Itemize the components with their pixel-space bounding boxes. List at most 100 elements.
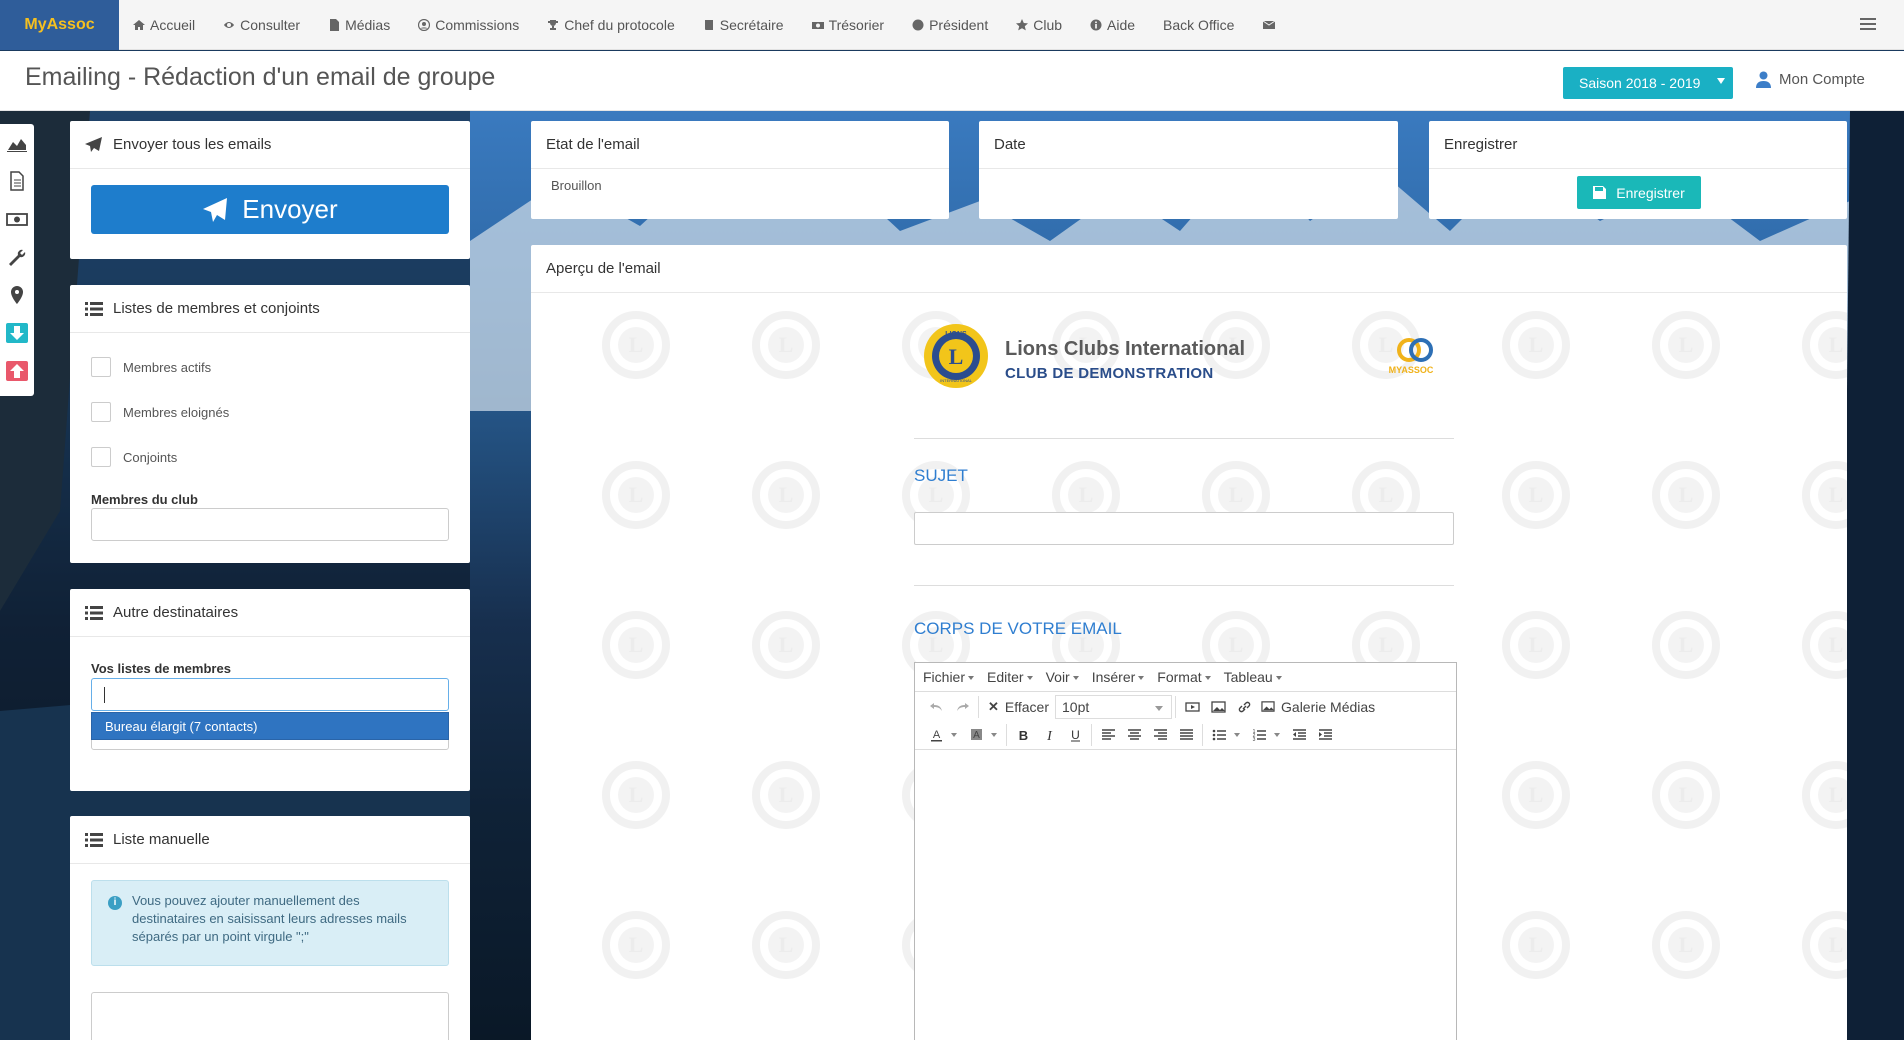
money-icon bbox=[6, 213, 28, 226]
info-alert: i Vous pouvez ajouter manuellement des d… bbox=[91, 880, 449, 966]
save-panel: Enregistrer Enregistrer bbox=[1429, 121, 1847, 219]
menu-fichier[interactable]: Fichier bbox=[923, 669, 975, 685]
menu-voir[interactable]: Voir bbox=[1046, 669, 1079, 685]
divider bbox=[914, 438, 1454, 439]
nav-medias[interactable]: Médias bbox=[314, 0, 404, 50]
nav-messages[interactable] bbox=[1248, 0, 1290, 50]
checkbox-membres-eloignes[interactable]: Membres eloignés bbox=[91, 402, 229, 422]
bold-button[interactable]: B bbox=[1010, 723, 1036, 747]
text-color-button[interactable]: A bbox=[923, 723, 949, 747]
nav-consulter[interactable]: Consulter bbox=[209, 0, 314, 50]
numbered-list-button[interactable]: 123 bbox=[1246, 723, 1272, 747]
area-chart-icon bbox=[7, 139, 27, 152]
club-members-input[interactable] bbox=[91, 508, 449, 541]
panel-header: Liste manuelle bbox=[70, 816, 470, 864]
page-header: Emailing - Rédaction d'un email de group… bbox=[0, 51, 1904, 111]
download-button[interactable] bbox=[0, 314, 34, 352]
close-icon: ✕ bbox=[988, 698, 999, 714]
bullet-list-button[interactable] bbox=[1206, 723, 1232, 747]
nav-label: Commissions bbox=[435, 16, 520, 33]
brand-logo[interactable]: MyAssoc bbox=[0, 0, 119, 50]
italic-button[interactable]: I bbox=[1036, 723, 1062, 747]
nav-label: Président bbox=[929, 16, 989, 33]
chevron-down-icon[interactable] bbox=[1274, 733, 1280, 737]
clear-format-button[interactable]: ✕ Effacer bbox=[982, 699, 1055, 715]
chevron-down-icon[interactable] bbox=[1234, 733, 1240, 737]
chevron-down-icon[interactable] bbox=[991, 733, 997, 737]
info-text: Vous pouvez ajouter manuellement des des… bbox=[132, 893, 407, 944]
dropdown-option-bureau[interactable]: Bureau élargit (7 contacts) bbox=[91, 712, 449, 740]
nav-chef-protocole[interactable]: Chef du protocole bbox=[533, 0, 689, 50]
outdent-button[interactable] bbox=[1286, 723, 1312, 747]
panel-header: Etat de l'email bbox=[531, 121, 949, 169]
nav-back-office[interactable]: Back Office bbox=[1149, 0, 1248, 50]
location-button[interactable] bbox=[0, 276, 34, 314]
wrench-icon bbox=[9, 249, 26, 266]
documents-button[interactable] bbox=[0, 162, 34, 200]
nav-tresorier[interactable]: Trésorier bbox=[798, 0, 899, 50]
account-menu[interactable]: Mon Compte bbox=[1756, 71, 1865, 88]
stats-button[interactable] bbox=[0, 124, 34, 162]
season-select[interactable]: Saison 2018 - 2019 bbox=[1563, 67, 1733, 99]
panel-header: Listes de membres et conjoints bbox=[70, 285, 470, 333]
nav-label: Consulter bbox=[240, 16, 301, 33]
nav-club[interactable]: Club bbox=[1002, 0, 1076, 50]
nav-accueil[interactable]: Accueil bbox=[119, 0, 209, 50]
money-icon bbox=[811, 21, 824, 29]
email-template: L LIONS INTERNATIONAL Lions Clubs Intern… bbox=[911, 295, 1467, 1040]
member-lists-input[interactable] bbox=[91, 678, 449, 711]
svg-text:L: L bbox=[949, 344, 964, 369]
checkbox[interactable] bbox=[91, 357, 111, 377]
align-center-button[interactable] bbox=[1121, 723, 1147, 747]
save-button[interactable]: Enregistrer bbox=[1577, 176, 1701, 209]
insert-image-button[interactable] bbox=[1205, 695, 1231, 719]
separator bbox=[1202, 724, 1203, 746]
checkbox-membres-actifs[interactable]: Membres actifs bbox=[91, 357, 211, 377]
insert-link-button[interactable] bbox=[1231, 695, 1257, 719]
menu-editer[interactable]: Editer bbox=[987, 669, 1033, 685]
menu-format[interactable]: Format bbox=[1157, 669, 1211, 685]
nav-label: Accueil bbox=[150, 16, 196, 33]
background-color-button[interactable]: A bbox=[963, 723, 989, 747]
align-right-button[interactable] bbox=[1147, 723, 1173, 747]
media-gallery-button[interactable]: Galerie Médias bbox=[1257, 699, 1379, 715]
undo-button[interactable] bbox=[923, 695, 949, 719]
insert-media-button[interactable] bbox=[1179, 695, 1205, 719]
align-justify-button[interactable] bbox=[1173, 723, 1199, 747]
checkbox[interactable] bbox=[91, 447, 111, 467]
list-icon[interactable] bbox=[1860, 17, 1876, 31]
nav-secretaire[interactable]: Secrétaire bbox=[689, 0, 798, 50]
indent-icon bbox=[1318, 729, 1332, 740]
editor-content-area[interactable] bbox=[915, 750, 1456, 1040]
chevron-down-icon bbox=[1204, 676, 1211, 680]
svg-text:LIONS: LIONS bbox=[945, 331, 967, 338]
upload-button[interactable] bbox=[0, 352, 34, 390]
manual-list-panel: Liste manuelle i Vous pouvez ajouter man… bbox=[70, 816, 470, 1040]
underline-button[interactable]: U bbox=[1062, 723, 1088, 747]
indent-button[interactable] bbox=[1312, 723, 1338, 747]
manual-emails-textarea[interactable] bbox=[91, 992, 449, 1040]
subject-heading: SUJET bbox=[914, 466, 968, 485]
menu-inserer[interactable]: Insérer bbox=[1092, 669, 1145, 685]
checkbox-conjoints[interactable]: Conjoints bbox=[91, 447, 177, 467]
subject-input[interactable] bbox=[914, 512, 1454, 545]
checkbox[interactable] bbox=[91, 402, 111, 422]
member-lists-panel: Listes de membres et conjoints Membres a… bbox=[70, 285, 470, 563]
nav-aide[interactable]: Aide bbox=[1076, 0, 1149, 50]
finance-button[interactable] bbox=[0, 200, 34, 238]
info-icon bbox=[1090, 19, 1102, 30]
font-size-select[interactable]: 10pt bbox=[1055, 694, 1173, 719]
chevron-down-icon[interactable] bbox=[951, 733, 957, 737]
settings-button[interactable] bbox=[0, 238, 34, 276]
nav-commissions[interactable]: Commissions bbox=[404, 0, 533, 50]
nav-label: Trésorier bbox=[828, 16, 885, 33]
gallery-label: Galerie Médias bbox=[1281, 698, 1376, 715]
menu-label: Format bbox=[1157, 669, 1202, 685]
italic-icon: I bbox=[1046, 729, 1053, 742]
menu-tableau[interactable]: Tableau bbox=[1224, 669, 1282, 685]
send-button[interactable]: Envoyer bbox=[91, 185, 449, 234]
redo-button[interactable] bbox=[949, 695, 975, 719]
nav-president[interactable]: Président bbox=[898, 0, 1002, 50]
align-left-button[interactable] bbox=[1095, 723, 1121, 747]
envelope-icon bbox=[1263, 20, 1276, 29]
